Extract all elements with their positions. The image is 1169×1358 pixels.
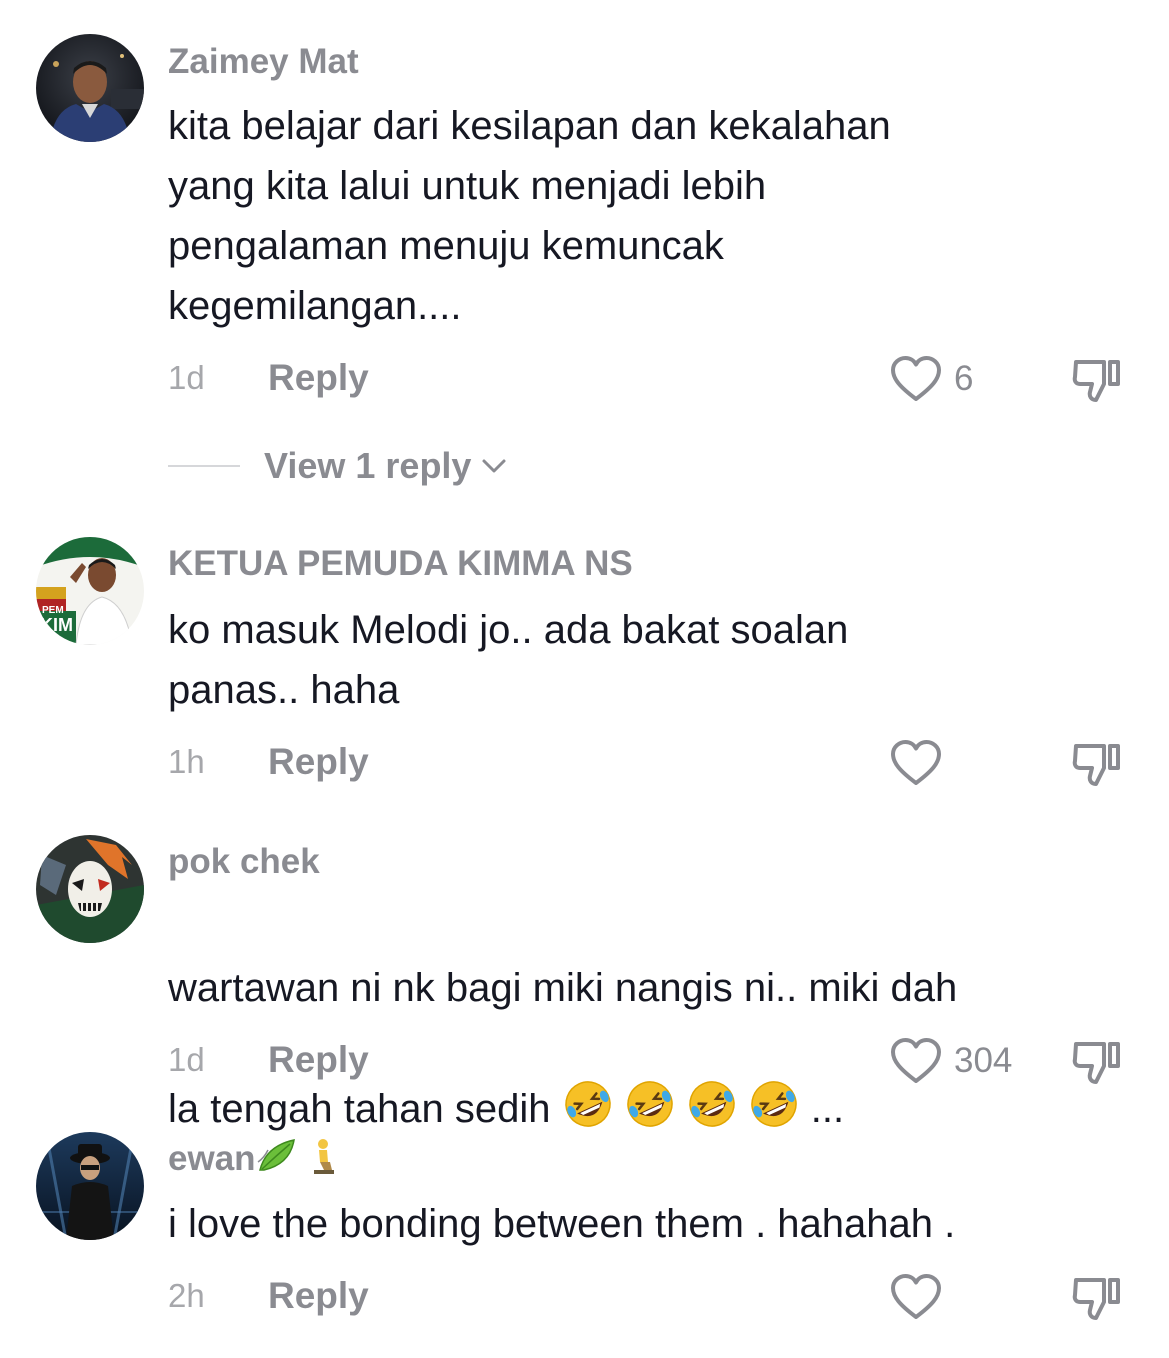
reply-button[interactable]: Reply (268, 1274, 369, 1318)
comment-username[interactable]: Zaimey Mat (168, 40, 359, 84)
view-replies-label: View 1 reply (264, 445, 472, 486)
comment-item: pok chek wartawan ni nk bagi miki nangis… (0, 800, 1169, 1131)
comment-text: ko masuk Melodi jo.. ada bakat soalan pa… (168, 608, 849, 712)
thumbs-down-outline-icon (1072, 360, 1120, 402)
avatar[interactable] (36, 34, 144, 142)
comment-text-line: wartawan ni nk bagi miki nangis ni.. mik… (168, 966, 958, 1010)
dislike-button[interactable] (1070, 1272, 1124, 1322)
username-text: ewan (168, 1139, 256, 1178)
kneeling-person-icon (310, 1136, 338, 1187)
heart-outline-icon (891, 356, 941, 401)
avatar[interactable] (36, 1132, 144, 1240)
chevron-down-icon (482, 459, 506, 473)
comment-item: PEM KIM KETUA PEMUDA KIMMA NS ko masuk M… (0, 500, 1169, 800)
like-count: 304 (954, 1041, 1013, 1080)
thumbs-down-outline-icon (1072, 744, 1120, 786)
like-button[interactable]: 6 (890, 354, 973, 404)
comment-timestamp: 2h (168, 1277, 205, 1314)
avatar[interactable] (36, 835, 144, 943)
reply-button[interactable]: Reply (268, 740, 369, 784)
comment-text: kita belajar dari kesilapan dan kekalaha… (168, 104, 891, 328)
avatar-text: KIM (40, 615, 73, 635)
heart-outline-icon (891, 1038, 941, 1083)
like-button[interactable] (890, 738, 954, 788)
comment-item: Zaimey Mat kita belajar dari kesilapan d… (0, 0, 1169, 500)
comment-username[interactable]: KETUA PEMUDA KIMMA NS (168, 542, 633, 586)
reply-button[interactable]: Reply (268, 356, 369, 400)
reply-button[interactable]: Reply (268, 1038, 369, 1082)
dislike-button[interactable] (1070, 354, 1124, 404)
comment-timestamp: 1d (168, 1041, 205, 1078)
comment-username[interactable]: pok chek (168, 840, 320, 884)
thumbs-down-outline-icon (1072, 1278, 1120, 1320)
view-replies-button[interactable]: View 1 reply (168, 444, 509, 488)
like-button[interactable] (890, 1272, 954, 1322)
dislike-button[interactable] (1070, 738, 1124, 788)
comment-timestamp: 1d (168, 359, 205, 396)
dislike-button[interactable] (1070, 1036, 1124, 1086)
like-button[interactable]: 304 (890, 1036, 1012, 1086)
heart-outline-icon (891, 1274, 941, 1319)
comment-username[interactable]: ewan (168, 1136, 338, 1187)
thumbs-down-outline-icon (1072, 1042, 1120, 1084)
heart-outline-icon (891, 740, 941, 785)
avatar[interactable]: PEM KIM (36, 537, 144, 645)
divider-line (168, 465, 240, 467)
like-count: 6 (954, 359, 974, 398)
comment-timestamp: 1h (168, 743, 205, 780)
leaf-icon (256, 1136, 300, 1187)
comment-text: i love the bonding between them . hahaha… (168, 1202, 956, 1246)
comment-item: ewan i love the bonding between them . h… (0, 1100, 1169, 1358)
